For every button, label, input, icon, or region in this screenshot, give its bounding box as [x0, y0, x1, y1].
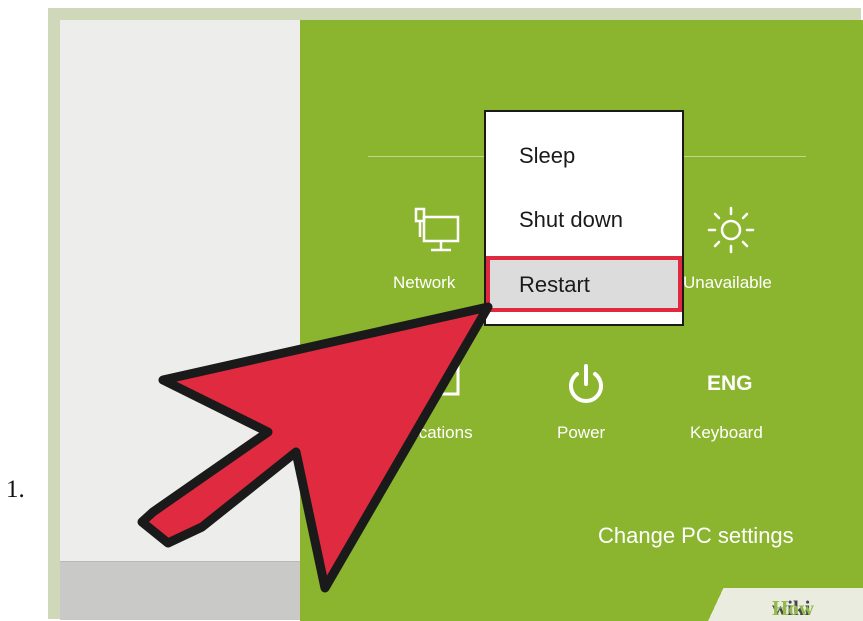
watermark-how-text: How — [772, 596, 814, 620]
wikihow-watermark: wiki How — [708, 588, 863, 621]
pointer-arrow-icon — [137, 302, 493, 593]
